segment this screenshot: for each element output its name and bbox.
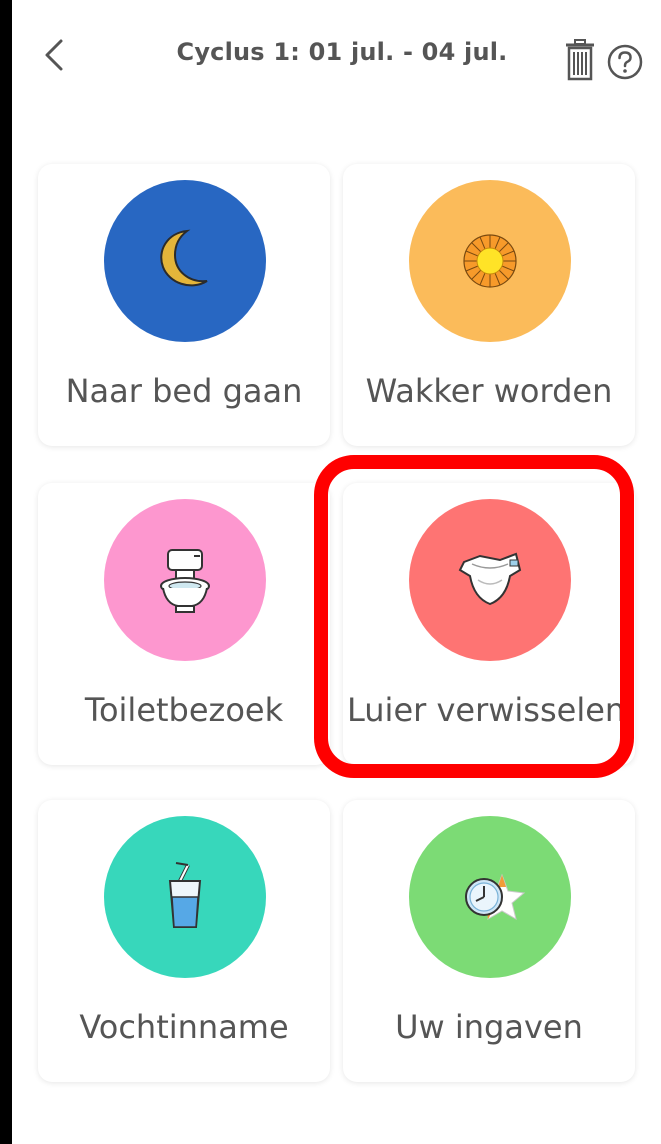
header: Cyclus 1: 01 jul. - 04 jul. [12, 0, 661, 120]
moon-icon [160, 229, 208, 287]
tile-label: Naar bed gaan [65, 372, 303, 410]
tile-label: Toiletbezoek [84, 691, 284, 729]
tile-naar-bed-gaan[interactable]: Naar bed gaan [38, 164, 330, 446]
help-button[interactable] [607, 44, 643, 80]
chevron-left-icon [45, 39, 63, 71]
tile-icon-circle [104, 816, 266, 978]
tile-label: Luier verwisselen [347, 691, 626, 729]
tile-icon-circle [104, 499, 266, 661]
delete-button[interactable] [564, 38, 596, 82]
tile-toiletbezoek[interactable]: Toiletbezoek [38, 483, 330, 765]
tile-label: Wakker worden [365, 372, 613, 410]
tile-luier-verwisselen[interactable]: Luier verwisselen [343, 483, 635, 765]
tile-label: Vochtinname [79, 1008, 289, 1046]
tile-icon-circle [104, 180, 266, 342]
toilet-icon [160, 549, 210, 613]
tile-uw-ingaven[interactable]: Uw ingaven [343, 800, 635, 1082]
tile-icon-circle [409, 180, 571, 342]
tile-icon-circle [409, 816, 571, 978]
tile-vochtinname[interactable]: Vochtinname [38, 800, 330, 1082]
clock-star-icon [465, 873, 526, 921]
drink-glass-icon [168, 862, 202, 928]
sun-icon [463, 234, 517, 288]
app-screen: Cyclus 1: 01 jul. - 04 jul. Naar bed gaa… [12, 0, 661, 1144]
tile-label: Uw ingaven [395, 1008, 583, 1046]
tile-icon-circle [409, 499, 571, 661]
question-mark-icon [607, 44, 643, 80]
trash-icon [566, 39, 594, 81]
back-button[interactable] [36, 32, 72, 78]
page-title: Cyclus 1: 01 jul. - 04 jul. [176, 38, 508, 66]
tile-wakker-worden[interactable]: Wakker worden [343, 164, 635, 446]
diaper-icon [458, 552, 522, 606]
